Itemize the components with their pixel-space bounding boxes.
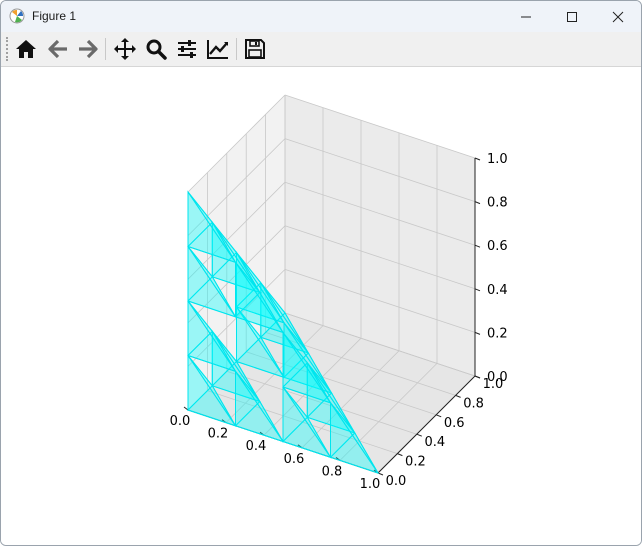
- plot-canvas[interactable]: 0.0 0.2 0.4 0.6 0.8 1.0 0.0 0.2 0.4 0.6 0.8 1.0 0.0 0…: [1, 67, 641, 545]
- x-tick-label: 0.8: [322, 464, 343, 479]
- navigation-toolbar: [1, 32, 641, 67]
- forward-icon: [79, 39, 98, 59]
- z-tick: [474, 157, 481, 161]
- z-tick-label: 0.8: [487, 196, 508, 211]
- back-icon: [48, 39, 67, 59]
- x-tick-label: 0.4: [246, 439, 267, 454]
- y-tick-label: 0.6: [444, 416, 465, 431]
- zoom-icon: [146, 39, 167, 60]
- z-tick: [474, 331, 481, 335]
- home-icon: [16, 40, 36, 58]
- subplots-button[interactable]: [174, 36, 200, 62]
- toolbar-separator: [236, 38, 237, 60]
- minimize-icon: [521, 16, 531, 17]
- maximize-button[interactable]: [549, 1, 595, 32]
- y-tick: [455, 394, 461, 398]
- title-bar[interactable]: Figure 1: [1, 1, 641, 32]
- toolbar-grip: [6, 37, 10, 61]
- zoom-button[interactable]: [143, 36, 169, 62]
- window-title: Figure 1: [32, 9, 77, 23]
- y-tick-label: 0.4: [424, 435, 445, 450]
- z-tick: [474, 244, 481, 248]
- subplots-icon: [178, 40, 196, 58]
- x-tick-label: 1.0: [360, 477, 381, 492]
- x-tick-label: 0.6: [284, 452, 305, 467]
- save-icon: [245, 39, 265, 59]
- z-tick-label: 0.4: [487, 283, 508, 298]
- z-tick-label: 1.0: [487, 152, 508, 167]
- close-button[interactable]: [595, 1, 641, 32]
- z-tick-label: 0.6: [487, 239, 508, 254]
- matplotlib-app-icon: [9, 8, 25, 24]
- x-tick: [183, 406, 189, 411]
- y-tick: [397, 453, 403, 457]
- z-tick-label: 0.2: [487, 326, 508, 341]
- y-tick: [416, 433, 422, 437]
- z-tick: [474, 375, 481, 379]
- home-button[interactable]: [13, 36, 39, 62]
- z-tick: [474, 201, 481, 205]
- close-icon: [612, 11, 624, 22]
- x-tick-label: 0.2: [208, 427, 229, 442]
- y-tick-label: 0.8: [463, 396, 484, 411]
- pan-button[interactable]: [112, 36, 138, 62]
- x-tick-label: 0.0: [170, 414, 191, 429]
- z-tick-label: 0.0: [487, 370, 508, 385]
- 3d-axes[interactable]: 0.00.20.40.60.81.0 0.00.20.40.60.81.00.00…: [1, 67, 641, 545]
- forward-button[interactable]: [75, 36, 101, 62]
- pan-icon: [114, 38, 136, 60]
- minimize-button[interactable]: [503, 1, 549, 32]
- edit-axis-button[interactable]: [205, 36, 231, 62]
- save-button[interactable]: [242, 36, 268, 62]
- toolbar-separator: [105, 38, 106, 60]
- y-tick-label: 0.2: [405, 455, 426, 470]
- y-tick: [436, 414, 442, 418]
- figure-window: Figure 1 0.0 0.2 0.4 0.6 0.8 1.0 0.0 0.2…: [0, 0, 642, 546]
- back-button[interactable]: [45, 36, 71, 62]
- y-tick-label: 0.0: [386, 474, 407, 489]
- maximize-icon: [567, 11, 577, 22]
- z-tick: [474, 288, 481, 292]
- edit-axis-icon: [207, 40, 228, 59]
